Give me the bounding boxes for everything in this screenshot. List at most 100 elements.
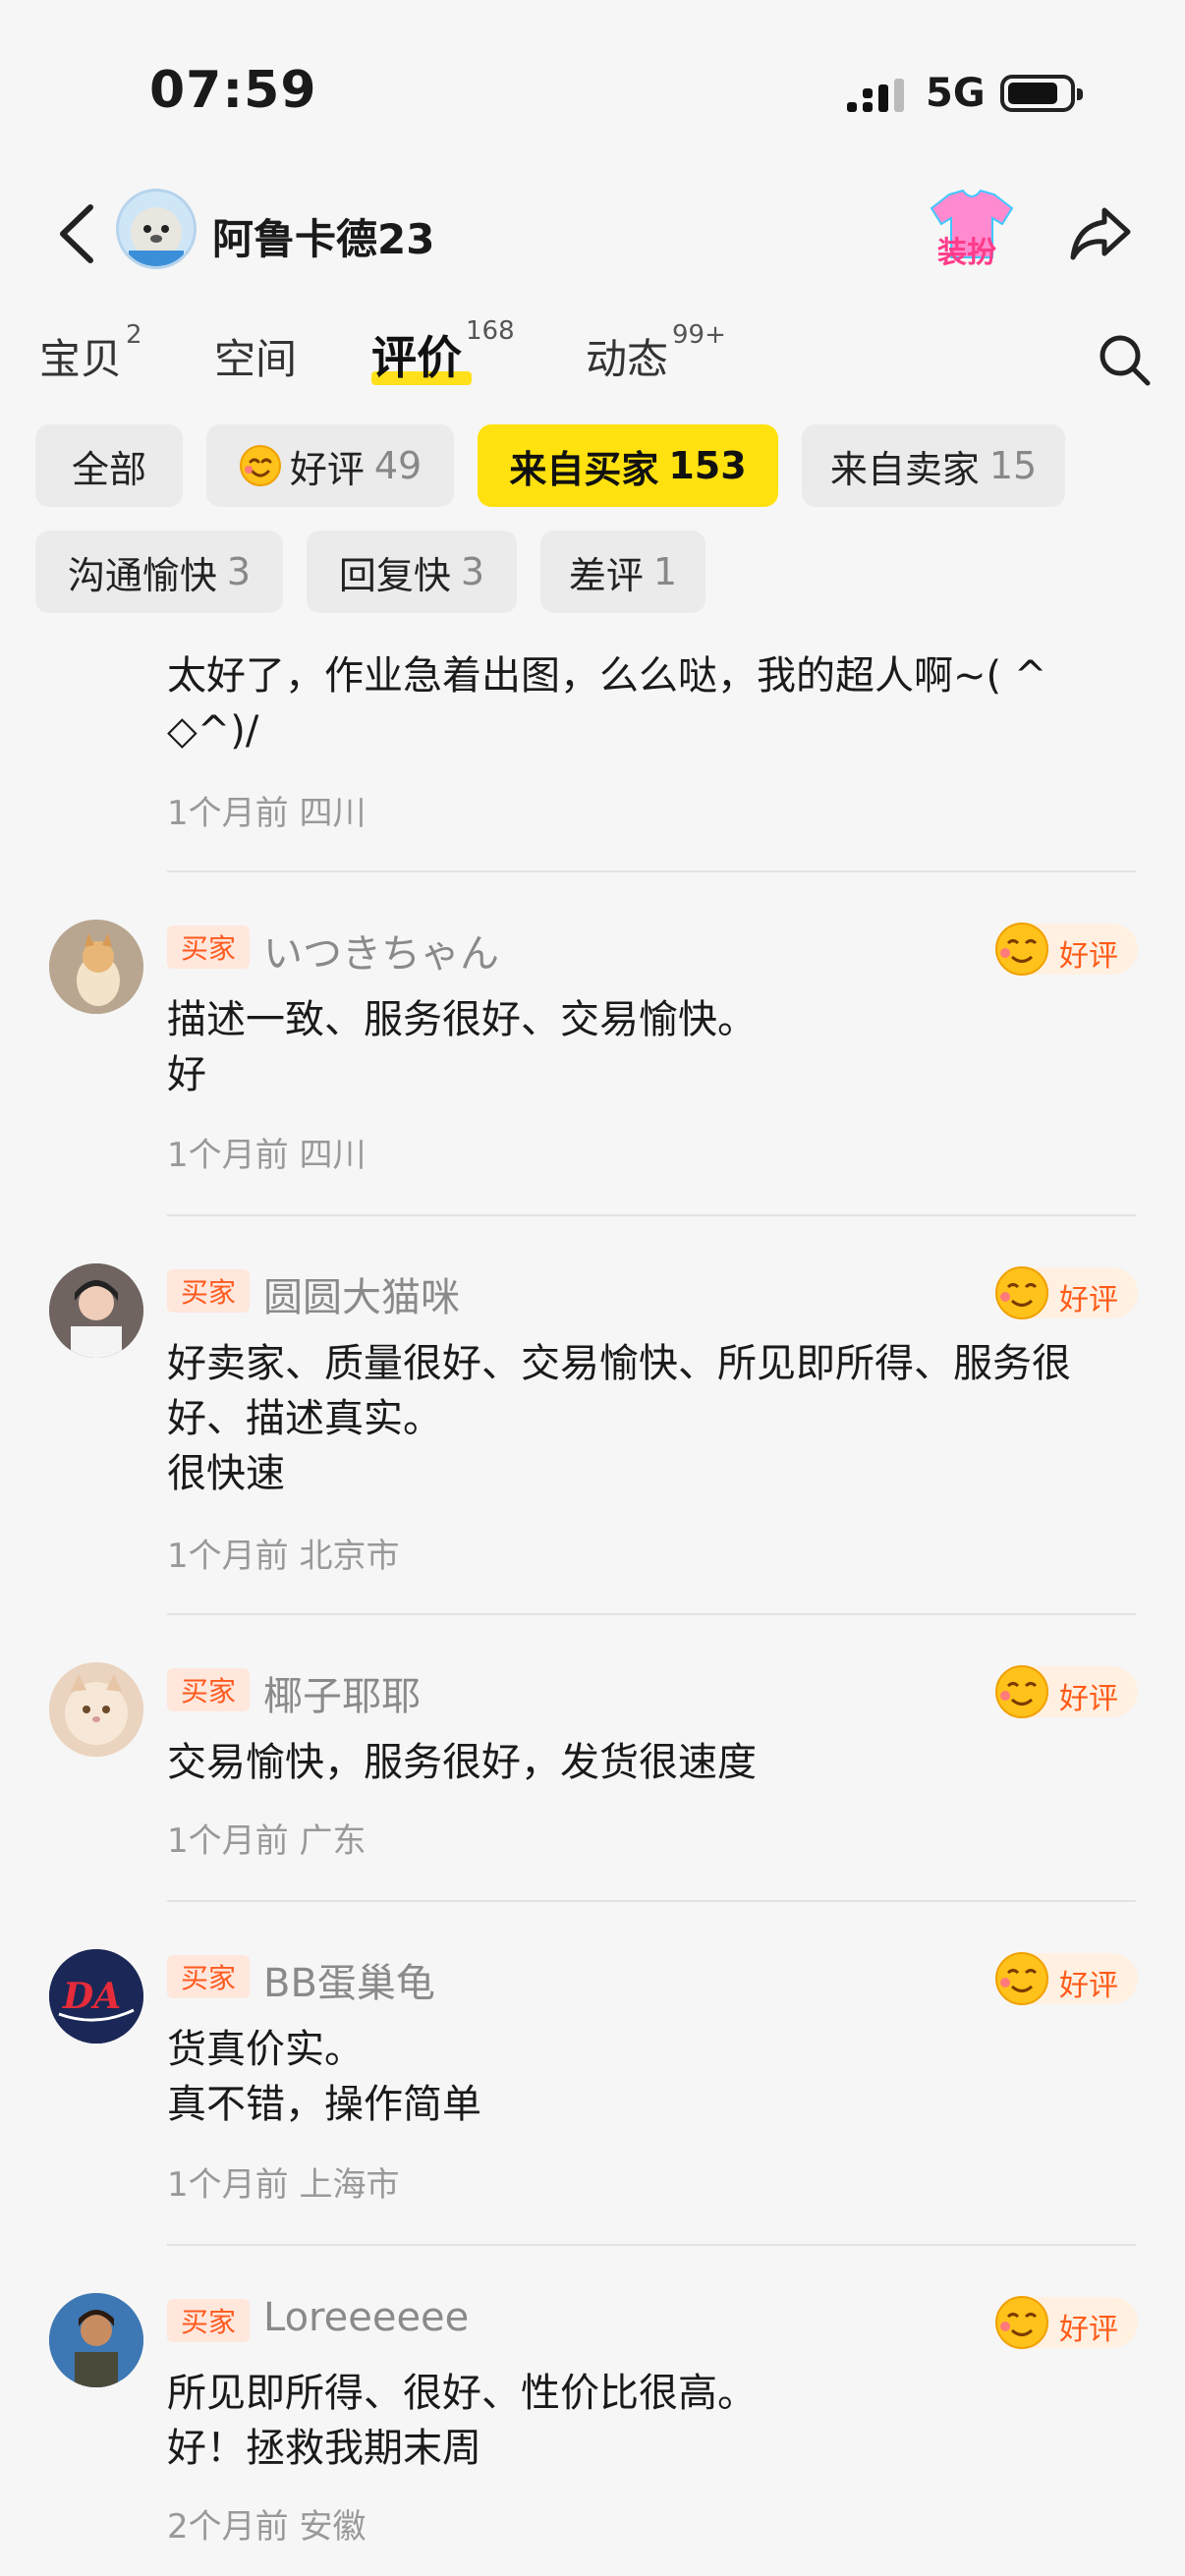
review-meta: 1个月前 广东 [167,1821,367,1861]
avatar[interactable] [49,1263,143,1358]
profile-name: 阿鲁卡德23 [212,215,435,263]
filter-from-seller[interactable]: 来自卖家 15 [802,424,1065,507]
review-line: 货真价实。 [167,2027,364,2072]
review-line: 描述一致、服务很好、交易愉快。 [167,997,757,1042]
good-review-badge: 好评 [995,1266,1138,1319]
search-icon[interactable] [1097,332,1152,387]
smile-emoji-icon [995,2296,1048,2349]
tab-items[interactable]: 宝贝 2 [39,320,142,386]
review-text: 货真价实。 真不错，操作简单 [167,2022,1130,2132]
divider [167,2244,1136,2246]
reviewer-name[interactable]: 椰子耶耶 [263,1664,421,1721]
smile-emoji-icon [995,1952,1048,2005]
status-bar: 07:59 5G [0,0,1185,187]
filter-from-seller-label: 来自卖家 [829,447,980,491]
review-line: 好卖家、质量很好、交易愉快、所见即所得、服务很 [167,1341,1071,1386]
review-meta: 1个月前 上海市 [167,2165,400,2205]
good-review-badge: 好评 [995,2296,1138,2349]
tab-activity[interactable]: 动态 99+ [586,320,726,386]
review-line: 太好了，作业急着出图，么么哒，我的超人啊~( ^ [167,653,1047,699]
filter-from-buyer[interactable]: 来自买家 153 [478,424,778,507]
battery-icon [1000,75,1083,112]
filter-bad-count: 1 [652,550,678,593]
avatar[interactable] [49,2293,143,2387]
review-line: 好、描述真实。 [167,1396,442,1441]
review-text: 所见即所得、很好、性价比很高。 好！拯救我期末周 [167,2366,1130,2476]
tab-items-label: 宝贝 [39,335,123,383]
review-text: 描述一致、服务很好、交易愉快。 好 [167,992,1130,1102]
good-review-label: 好评 [1059,1283,1118,1317]
filter-bad-label: 差评 [568,553,644,597]
filter-fast-reply-label: 回复快 [338,553,451,597]
good-review-label: 好评 [1059,939,1118,974]
filter-from-buyer-count: 153 [668,444,747,487]
divider [167,1900,1136,1902]
filter-all-label: 全部 [71,447,146,491]
review-meta: 2个月前 安徽 [167,2507,367,2547]
filter-fast-reply-count: 3 [460,550,485,593]
filter-good-communication[interactable]: 沟通愉快 3 [35,531,283,613]
tab-reviews[interactable]: 评价 168 [371,316,515,387]
reviewer-name[interactable]: Loreeeeee [263,2295,469,2340]
filter-good-communication-label: 沟通愉快 [67,553,217,597]
review-meta: 1个月前 四川 [167,1136,367,1175]
review-line: 好！拯救我期末周 [167,2426,481,2471]
avatar[interactable]: DA [49,1949,143,2044]
tab-items-count: 2 [126,320,142,350]
good-review-label: 好评 [1059,1969,1118,2003]
review-text: 交易愉快，服务很好，发货很速度 [167,1735,1130,1790]
good-review-badge: 好评 [995,1665,1138,1718]
back-arrow-icon[interactable] [53,201,102,266]
avatar[interactable] [49,920,143,1014]
person-avatar-icon [49,1263,143,1358]
smile-emoji-icon [995,1266,1048,1319]
review-text: 好卖家、质量很好、交易愉快、所见即所得、服务很 好、描述真实。 很快速 [167,1336,1130,1501]
filter-good-count: 49 [373,444,423,487]
logo-avatar-icon: DA [49,1949,143,2044]
filter-bad[interactable]: 差评 1 [540,531,705,613]
review-text: 太好了，作业急着出图，么么哒，我的超人啊~( ^ ◇^)/ [167,648,1130,758]
filter-all[interactable]: 全部 [35,424,183,507]
buyer-badge: 买家 [167,925,250,969]
buyer-badge: 买家 [167,1955,250,1998]
smile-emoji-icon [995,923,1048,976]
share-icon[interactable] [1069,202,1132,263]
reviewer-name[interactable]: BB蛋巢龟 [263,1951,435,2008]
review-meta: 1个月前 四川 [167,794,367,833]
smile-emoji-icon [239,445,281,486]
profile-avatar[interactable] [116,189,197,269]
filter-good-label: 好评 [289,447,365,491]
tab-activity-label: 动态 [586,335,669,383]
buyer-badge: 买家 [167,1269,250,1313]
buyer-badge: 买家 [167,2299,250,2342]
signal-icon [847,79,904,112]
person-avatar-icon [49,2293,143,2387]
review-line: 真不错，操作简单 [167,2082,481,2127]
smile-emoji-icon [995,1665,1048,1718]
filter-good-communication-count: 3 [226,550,252,593]
review-line: 交易愉快，服务很好，发货很速度 [167,1740,757,1785]
review-line: 好 [167,1052,206,1097]
tab-reviews-label: 评价 [371,331,462,384]
good-review-badge: 好评 [995,923,1138,976]
good-review-badge: 好评 [995,1952,1138,2005]
review-line: 很快速 [167,1451,285,1496]
reviewer-name[interactable]: 圆圆大猫咪 [263,1265,460,1322]
filter-fast-reply[interactable]: 回复快 3 [307,531,517,613]
dress-up-label[interactable]: 装扮 [937,228,996,271]
review-meta: 1个月前 北京市 [167,1537,400,1576]
filter-good[interactable]: 好评 49 [206,424,454,507]
tab-activity-count: 99+ [672,320,726,350]
cat-avatar-icon [49,920,143,1014]
seal-avatar-icon [129,207,184,266]
divider [167,1613,1136,1615]
good-review-label: 好评 [1059,2313,1118,2347]
good-review-label: 好评 [1059,1682,1118,1716]
divider [167,1214,1136,1216]
tab-reviews-count: 168 [466,316,515,346]
reviewer-name[interactable]: いつきちゃん [263,922,499,979]
review-line: 所见即所得、很好、性价比很高。 [167,2371,757,2416]
review-line: ◇^)/ [167,708,259,754]
avatar[interactable] [49,1662,143,1757]
tab-space[interactable]: 空间 [214,326,297,386]
